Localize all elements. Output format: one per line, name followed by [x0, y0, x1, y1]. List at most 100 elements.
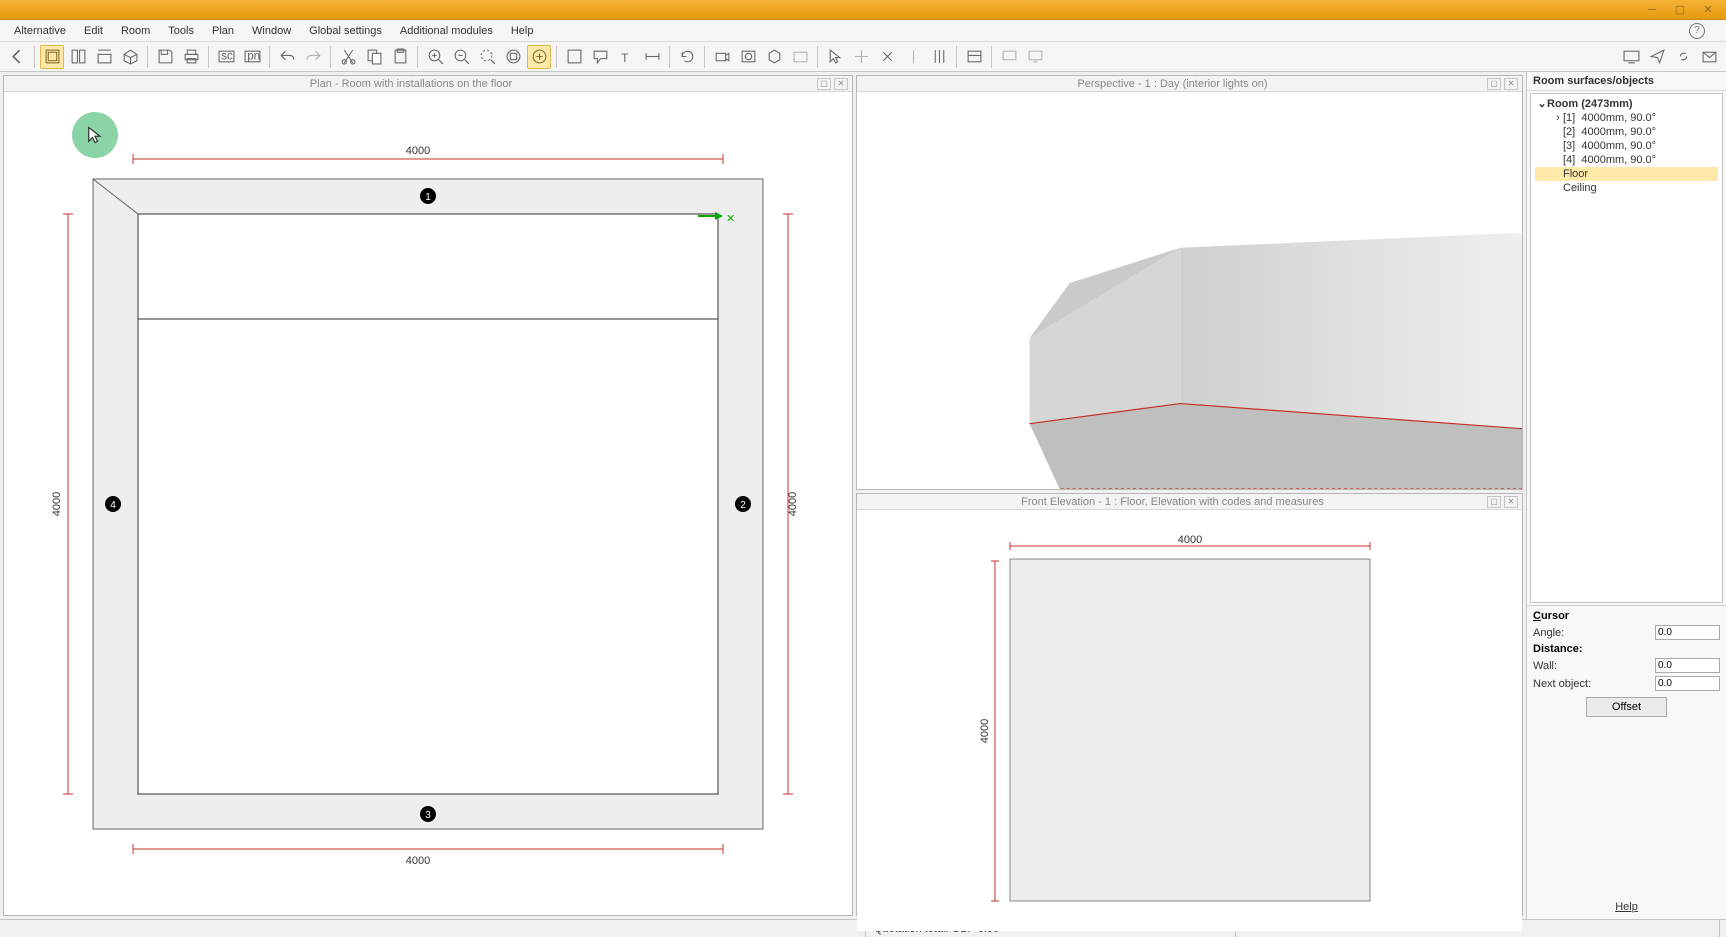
sc-button[interactable]: sc — [214, 45, 238, 69]
zoom-window-button[interactable] — [475, 45, 499, 69]
view-plan-button[interactable] — [40, 45, 64, 69]
cut-button[interactable] — [336, 45, 360, 69]
sidebar: Room surfaces/objects ⌄Room (2473mm) ›[1… — [1526, 72, 1726, 919]
plan-close-button[interactable]: ✕ — [834, 78, 848, 90]
plan-canvas[interactable]: 4000 4000 4000 4000 — [18, 104, 838, 904]
persp-close-button[interactable]: ✕ — [1504, 78, 1518, 90]
menu-window[interactable]: Window — [243, 22, 300, 40]
perspective-canvas[interactable] — [857, 92, 1522, 489]
persp-max-button[interactable]: ▢ — [1487, 78, 1501, 90]
catalog-button[interactable] — [962, 45, 986, 69]
tree-room-root[interactable]: ⌄Room (2473mm) — [1535, 96, 1718, 111]
elev-max-button[interactable]: ▢ — [1487, 496, 1501, 508]
menu-additional-modules[interactable]: Additional modules — [391, 22, 502, 40]
menu-tools[interactable]: Tools — [159, 22, 203, 40]
camera-button[interactable] — [710, 45, 734, 69]
svg-text:4000: 4000 — [1177, 534, 1201, 546]
menu-alternative[interactable]: Alternative — [5, 22, 75, 40]
tree-wall-1[interactable]: ›[1] 4000mm, 90.0° — [1535, 111, 1718, 125]
save-button[interactable] — [153, 45, 177, 69]
elevation-canvas[interactable]: 4000 4000 — [880, 531, 1500, 911]
screen-button[interactable] — [997, 45, 1021, 69]
workspace: Plan - Room with installations on the fl… — [0, 72, 1726, 919]
align-button[interactable] — [927, 45, 951, 69]
svg-text:4000: 4000 — [51, 491, 63, 515]
zoom-out-button[interactable] — [449, 45, 473, 69]
angle-label: Angle: — [1533, 627, 1655, 639]
note-button[interactable] — [562, 45, 586, 69]
elevation-title: Front Elevation - 1 : Floor, Elevation w… — [861, 496, 1484, 508]
redo-button[interactable] — [301, 45, 325, 69]
tree-wall-4[interactable]: [4] 4000mm, 90.0° — [1535, 153, 1718, 167]
camera2-button[interactable] — [788, 45, 812, 69]
help-icon[interactable]: ? — [1689, 23, 1705, 39]
plan-max-button[interactable]: ▢ — [817, 78, 831, 90]
copy-button[interactable] — [362, 45, 386, 69]
cube-button[interactable] — [762, 45, 786, 69]
monitor-icon[interactable] — [1619, 45, 1643, 69]
zoom-fit-button[interactable] — [501, 45, 525, 69]
select-button[interactable] — [823, 45, 847, 69]
next-object-input[interactable] — [1655, 676, 1720, 691]
tree-wall-3[interactable]: [3] 4000mm, 90.0° — [1535, 139, 1718, 153]
distance-header: Distance: — [1533, 643, 1720, 655]
back-button[interactable] — [5, 45, 29, 69]
menu-help[interactable]: Help — [502, 22, 543, 40]
elev-close-button[interactable]: ✕ — [1504, 496, 1518, 508]
help-link[interactable]: Help — [1615, 901, 1638, 913]
offset-button[interactable]: Offset — [1586, 697, 1667, 717]
maximize-button[interactable]: ▢ — [1667, 2, 1693, 17]
plan-panel: Plan - Room with installations on the fl… — [3, 75, 853, 916]
svg-text:4000: 4000 — [787, 491, 799, 515]
zoom-all-button[interactable] — [527, 45, 551, 69]
title-bar: ─ ▢ ✕ — [0, 0, 1726, 20]
tree-floor[interactable]: Floor — [1535, 167, 1718, 181]
view-list-button[interactable] — [66, 45, 90, 69]
svg-text:1: 1 — [425, 192, 431, 203]
plan-title: Plan - Room with installations on the fl… — [8, 78, 814, 90]
perspective-panel: Perspective - 1 : Day (interior lights o… — [856, 75, 1523, 490]
svg-text:4000: 4000 — [406, 145, 430, 157]
svg-text:3: 3 — [425, 810, 431, 821]
mail-icon[interactable] — [1697, 45, 1721, 69]
menu-bar: Alternative Edit Room Tools Plan Window … — [0, 20, 1726, 42]
svg-text:pn: pn — [247, 50, 260, 63]
tree-wall-2[interactable]: [2] 4000mm, 90.0° — [1535, 125, 1718, 139]
refresh-button[interactable] — [675, 45, 699, 69]
send-icon[interactable] — [1645, 45, 1669, 69]
rotate-button[interactable] — [875, 45, 899, 69]
close-button[interactable]: ✕ — [1695, 2, 1721, 17]
dimension-button[interactable] — [640, 45, 664, 69]
screen2-button[interactable] — [1023, 45, 1047, 69]
cursor-highlight — [72, 112, 118, 158]
zoom-in-button[interactable] — [423, 45, 447, 69]
menu-edit[interactable]: Edit — [75, 22, 112, 40]
menu-room[interactable]: Room — [112, 22, 159, 40]
view-elevation-button[interactable] — [92, 45, 116, 69]
angle-input[interactable] — [1655, 625, 1720, 640]
link-icon[interactable] — [1671, 45, 1695, 69]
wall-label: Wall: — [1533, 660, 1655, 672]
paste-button[interactable] — [388, 45, 412, 69]
move-button[interactable] — [849, 45, 873, 69]
tree-ceiling[interactable]: Ceiling — [1535, 181, 1718, 195]
pn-button[interactable]: pn — [240, 45, 264, 69]
view-3d-button[interactable] — [118, 45, 142, 69]
minimize-button[interactable]: ─ — [1639, 2, 1665, 17]
cursor-header: Cursor — [1533, 610, 1720, 622]
svg-text:✕: ✕ — [726, 213, 735, 225]
wall-input[interactable] — [1655, 658, 1720, 673]
print-button[interactable] — [179, 45, 203, 69]
menu-global-settings[interactable]: Global settings — [300, 22, 391, 40]
svg-text:2: 2 — [740, 500, 746, 511]
menu-plan[interactable]: Plan — [203, 22, 243, 40]
cursor-panel: Cursor Angle: Distance: Wall: Next objec… — [1527, 605, 1726, 721]
mirror-button[interactable] — [901, 45, 925, 69]
undo-button[interactable] — [275, 45, 299, 69]
text-button[interactable]: T — [614, 45, 638, 69]
render-button[interactable] — [736, 45, 760, 69]
svg-text:T: T — [621, 52, 628, 65]
perspective-title: Perspective - 1 : Day (interior lights o… — [861, 78, 1484, 90]
svg-text:4000: 4000 — [979, 718, 991, 742]
comment-button[interactable] — [588, 45, 612, 69]
